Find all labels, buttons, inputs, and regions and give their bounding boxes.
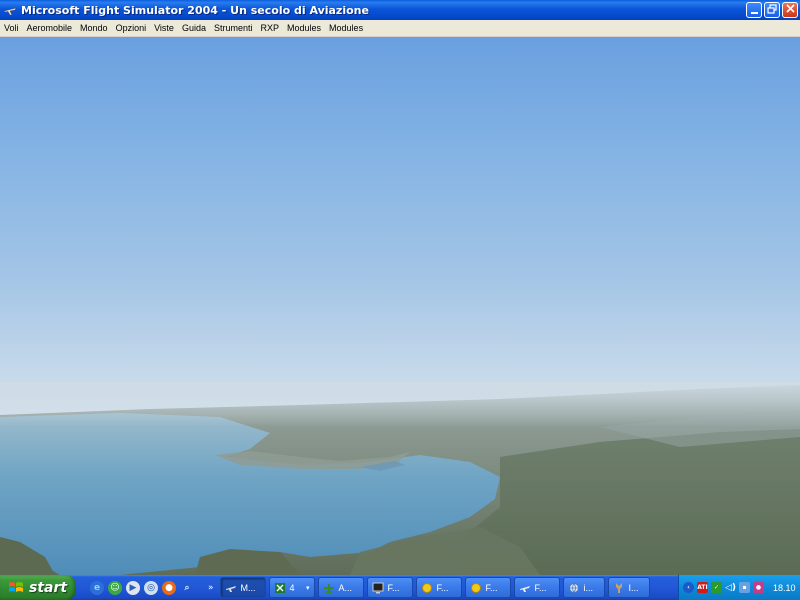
tool-icon bbox=[613, 582, 625, 594]
media-icon[interactable]: ▶ bbox=[126, 580, 140, 595]
horizon-haze bbox=[0, 382, 800, 427]
start-label: start bbox=[29, 579, 68, 596]
plane-icon[interactable] bbox=[3, 3, 17, 17]
sun-icon bbox=[470, 582, 482, 594]
task-flight-sim[interactable]: M... bbox=[219, 577, 266, 598]
close-button[interactable] bbox=[782, 2, 798, 18]
task-f-sun-1[interactable]: F... bbox=[415, 577, 462, 598]
restore-icon bbox=[767, 3, 777, 17]
menu-voli[interactable]: Voli bbox=[0, 23, 23, 33]
plane-icon bbox=[519, 582, 531, 594]
user-icon[interactable]: ● bbox=[753, 582, 764, 593]
quick-launch: e ☺ ▶ ◎ ● ⌕ » bbox=[90, 575, 220, 600]
menu-opzioni[interactable]: Opzioni bbox=[112, 23, 151, 33]
excel-icon bbox=[274, 582, 286, 594]
task-excel-group[interactable]: 4 ▾ bbox=[268, 577, 315, 598]
globe-icon bbox=[568, 582, 580, 594]
title-bar[interactable]: Microsoft Flight Simulator 2004 - Un sec… bbox=[0, 0, 800, 20]
task-i-tool[interactable]: I... bbox=[607, 577, 650, 598]
firefox-icon[interactable]: ● bbox=[162, 580, 176, 595]
search-icon[interactable]: ⌕ bbox=[180, 581, 194, 595]
task-f-sun-2[interactable]: F... bbox=[464, 577, 511, 598]
task-f-plane[interactable]: F... bbox=[513, 577, 560, 598]
task-i-globe[interactable]: i... bbox=[562, 577, 605, 598]
task-a[interactable]: A... bbox=[317, 577, 364, 598]
minimize-icon bbox=[750, 12, 758, 14]
network-icon[interactable]: ▪ bbox=[739, 582, 750, 593]
menu-strumenti[interactable]: Strumenti bbox=[210, 23, 257, 33]
monitor-icon bbox=[372, 582, 384, 594]
plane-icon bbox=[225, 582, 237, 594]
clock[interactable]: 18.10 bbox=[773, 583, 796, 593]
airplane-app-icon bbox=[323, 582, 335, 594]
ati-icon[interactable]: ATI bbox=[697, 582, 708, 593]
tray-back-icon[interactable]: ‹ bbox=[683, 582, 694, 593]
shield-icon[interactable]: ✓ bbox=[711, 582, 722, 593]
messenger-icon[interactable]: ☺ bbox=[108, 580, 122, 595]
restore-button[interactable] bbox=[764, 2, 780, 18]
close-icon bbox=[785, 4, 795, 16]
task-list: M... 4 ▾ A... F... F... F... F... i... I… bbox=[219, 575, 650, 600]
scenery bbox=[0, 382, 800, 575]
start-button[interactable]: start bbox=[0, 575, 76, 600]
menu-rxp[interactable]: RXP bbox=[257, 23, 284, 33]
chevron-down-icon: ▾ bbox=[306, 584, 310, 592]
menu-viste[interactable]: Viste bbox=[150, 23, 178, 33]
simulator-view[interactable] bbox=[0, 37, 800, 575]
menu-aeromobile[interactable]: Aeromobile bbox=[23, 23, 77, 33]
windows-flag-icon bbox=[8, 580, 24, 596]
menu-mondo[interactable]: Mondo bbox=[76, 23, 112, 33]
window-title: Microsoft Flight Simulator 2004 - Un sec… bbox=[21, 3, 369, 17]
sun-icon bbox=[421, 582, 433, 594]
ie-icon[interactable]: e bbox=[90, 580, 104, 595]
minimize-button[interactable] bbox=[746, 2, 762, 18]
speaker-icon[interactable]: ◁) bbox=[725, 582, 736, 593]
task-f-monitor[interactable]: F... bbox=[366, 577, 413, 598]
menu-modules-2[interactable]: Modules bbox=[325, 23, 367, 33]
app-icon[interactable]: ◎ bbox=[144, 580, 158, 595]
menu-guida[interactable]: Guida bbox=[178, 23, 210, 33]
taskbar: start e ☺ ▶ ◎ ● ⌕ » M... 4 ▾ A... F... F… bbox=[0, 575, 800, 600]
menu-modules[interactable]: Modules bbox=[283, 23, 325, 33]
system-tray: ‹ ATI ✓ ◁) ▪ ● 18.10 bbox=[678, 575, 800, 600]
menu-bar: Voli Aeromobile Mondo Opzioni Viste Guid… bbox=[0, 20, 800, 37]
quick-launch-more[interactable]: » bbox=[208, 583, 214, 593]
